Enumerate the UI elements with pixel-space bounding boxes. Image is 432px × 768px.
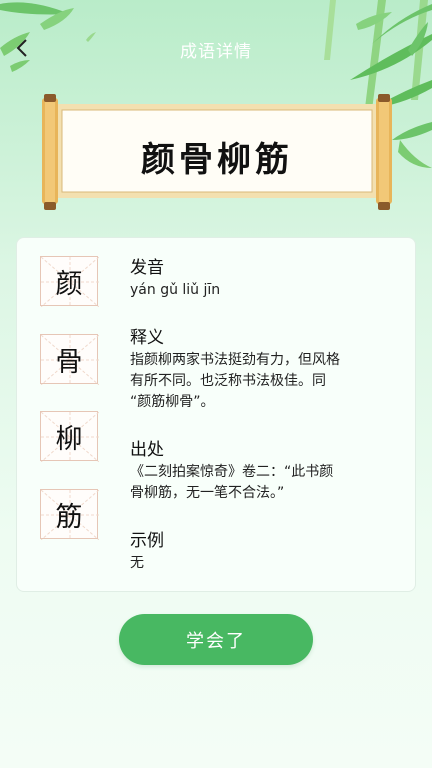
source-line: 骨柳筋，无一笔不合法。”: [130, 485, 285, 501]
meaning-line: “颜筋柳骨”。: [130, 394, 215, 410]
pronunciation-text: yán gǔ liǔ jīn: [130, 282, 221, 298]
char-grid-box: 柳: [40, 411, 99, 462]
page-title: 成语详情: [180, 42, 252, 62]
meaning-line: 指颜柳两家书法挺劲有力，但风格: [130, 352, 340, 368]
char-1: 颜: [55, 268, 83, 300]
char-4: 筋: [55, 501, 83, 533]
idiom-detail-card: 颜 骨 柳 筋 发音 yán gǔ liǔ jīn 释义 指颜柳两家书法挺劲有力…: [16, 237, 416, 592]
example-label: 示例: [130, 531, 164, 551]
char-grid-box: 颜: [40, 256, 99, 307]
char-grid-box: 骨: [40, 334, 99, 385]
pronunciation-section: 发音 yán gǔ liǔ jīn: [130, 256, 400, 301]
meaning-section: 释义 指颜柳两家书法挺劲有力，但风格 有所不同。也泛称书法极佳。同 “颜筋柳骨”…: [130, 326, 400, 413]
idiom-title: 颜骨柳筋: [141, 140, 293, 180]
idiom-scroll-banner: 颜骨柳筋: [42, 94, 392, 210]
meaning-label: 释义: [130, 328, 164, 348]
pronunciation-label: 发音: [130, 258, 164, 278]
char-grid-box: 筋: [40, 489, 99, 540]
char-3: 柳: [55, 423, 83, 455]
learned-button[interactable]: 学会了: [119, 614, 313, 665]
source-label: 出处: [130, 440, 164, 460]
source-line: 《二刻拍案惊奇》卷二：“此书颜: [130, 464, 334, 480]
char-2: 骨: [55, 346, 83, 378]
meaning-line: 有所不同。也泛称书法极佳。同: [130, 373, 326, 389]
source-section: 出处 《二刻拍案惊奇》卷二：“此书颜 骨柳筋，无一笔不合法。”: [130, 438, 400, 504]
example-text: 无: [130, 555, 144, 571]
header-bar: 成语详情: [0, 28, 432, 68]
example-section: 示例 无: [130, 529, 400, 574]
